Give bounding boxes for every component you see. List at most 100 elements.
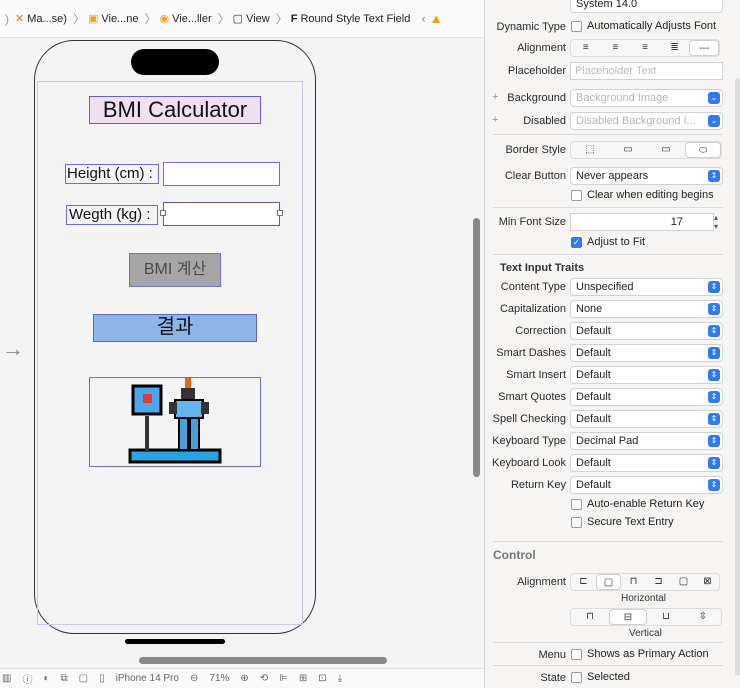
align-icon[interactable]: ⊫ [279, 673, 288, 684]
smart-dashes-select[interactable]: Default ⇕ [570, 344, 723, 362]
warning-icon[interactable]: ▲ [430, 11, 443, 26]
breadcrumb-item[interactable]: ◉ Vie...ller [159, 12, 212, 26]
align-right-icon[interactable]: ≡ [630, 40, 660, 56]
breadcrumb-item[interactable]: ) [2, 12, 12, 26]
border-line-icon[interactable]: ▭ [609, 142, 647, 158]
breadcrumb-label: Round Style Text Field [300, 12, 411, 25]
clear-when-editing-checkbox[interactable] [571, 190, 582, 201]
divider [493, 642, 723, 643]
smart-quotes-select[interactable]: Default ⇕ [570, 388, 723, 406]
keyboard-type-select[interactable]: Decimal Pad ⇕ [570, 432, 723, 450]
correction-select[interactable]: Default ⇕ [570, 322, 723, 340]
zoom-level[interactable]: 71% [209, 673, 229, 684]
h-align-fill-icon[interactable]: ⊠ [696, 574, 719, 590]
background-label: Background [507, 92, 566, 104]
layout-icon[interactable]: ▢ [79, 673, 88, 684]
inspector-scrollbar[interactable] [735, 78, 740, 676]
horizontal-alignment-control[interactable]: ⊏ ▢ ⊓ ⊐ ▢ ⊠ [570, 573, 720, 591]
sidebar-toggle-icon[interactable]: ▥ [2, 673, 11, 684]
border-none-icon[interactable]: ⬚ [571, 142, 609, 158]
height-text-field[interactable] [163, 162, 280, 186]
page-title[interactable]: BMI Calculator [89, 96, 261, 124]
placeholder-input[interactable]: Placeholder Text [570, 62, 723, 80]
dynamic-type-row: Dynamic Type Automatically Adjusts Font [485, 17, 740, 37]
h-align-right-icon[interactable]: ⊐ [646, 574, 671, 590]
result-label[interactable]: 결과 [93, 314, 257, 342]
trait-value: Unspecified [576, 281, 634, 293]
vertical-scrollbar[interactable] [473, 218, 480, 477]
resolve-issues-icon[interactable]: ⊡ [318, 673, 326, 684]
zoom-out-icon[interactable]: ⊖ [190, 673, 198, 684]
align-center-icon[interactable]: ≡ [601, 40, 631, 56]
entry-point-arrow-icon[interactable]: → [2, 336, 24, 362]
auto-enable-return-checkbox[interactable] [571, 499, 582, 510]
accessibility-icon[interactable]: ⓘ [22, 671, 32, 686]
v-align-bottom-icon[interactable]: ⊔ [647, 609, 685, 625]
auto-adjust-font-checkbox[interactable] [571, 21, 582, 32]
h-align-center-icon[interactable]: ⊓ [621, 574, 646, 590]
circle-icon: ◉ [159, 13, 170, 25]
update-frames-icon[interactable]: ⟲ [260, 673, 268, 684]
chevron-updown-icon: ⇕ [708, 325, 720, 337]
breadcrumb-item[interactable]: ▢ View [233, 12, 270, 26]
capitalization-select[interactable]: None ⇕ [570, 300, 723, 318]
content-type-select[interactable]: Unspecified ⇕ [570, 278, 723, 296]
resize-handle[interactable] [277, 210, 283, 216]
v-align-center-icon[interactable]: ⊟ [609, 609, 647, 625]
align-left-icon[interactable]: ≡ [571, 40, 601, 56]
orientation-icon[interactable]: ⧉ [61, 673, 68, 684]
clear-button-select[interactable]: Never appears ⇕ [570, 167, 723, 185]
alignment-row: Alignment ≡ ≡ ≡ ≣ --- [485, 38, 740, 58]
spell-checking-select[interactable]: Default ⇕ [570, 410, 723, 428]
horizontal-scrollbar[interactable] [139, 657, 387, 664]
keyboard-look-select[interactable]: Default ⇕ [570, 454, 723, 472]
font-field[interactable]: System 14.0 [570, 0, 723, 13]
disabled-background-select[interactable]: Disabled Background I... ⌄ [570, 112, 723, 130]
disabled-label: Disabled [523, 115, 566, 127]
text-alignment-control[interactable]: ≡ ≡ ≡ ≣ --- [570, 39, 720, 57]
border-rounded-icon[interactable]: ⬭ [685, 142, 721, 158]
vertical-alignment-control[interactable]: ⊓ ⊟ ⊔ ⇳ [570, 608, 722, 626]
chevron-down-icon: ⌄ [708, 92, 720, 104]
disabled-row: + Disabled Disabled Background I... ⌄ [485, 111, 740, 131]
resize-handle[interactable] [160, 210, 166, 216]
return-key-select[interactable]: Default ⇕ [570, 476, 723, 494]
h-align-leading-icon[interactable]: ▢ [596, 574, 621, 590]
stepper-icon[interactable]: ▴ ▾ [714, 213, 724, 231]
adjust-to-fit-checkbox[interactable]: ✓ [571, 237, 582, 248]
border-style-control[interactable]: ⬚ ▭ ▭ ⬭ [570, 141, 722, 159]
trait-label: Capitalization [499, 303, 566, 315]
min-font-size-input[interactable]: 17 [570, 213, 714, 231]
weight-label[interactable]: Wegth (kg) : [66, 205, 158, 225]
smart-insert-select[interactable]: Default ⇕ [570, 366, 723, 384]
breadcrumb-item[interactable]: F Round Style Text Field [291, 13, 411, 25]
breadcrumb-item[interactable]: ▣ Vie...ne [88, 12, 139, 26]
breadcrumb-item[interactable]: ✕ Ma...se) [15, 12, 67, 26]
v-align-fill-icon[interactable]: ⇳ [685, 609, 721, 625]
border-bezel-icon[interactable]: ▭ [647, 142, 685, 158]
chevron-left-icon[interactable]: ‹ [421, 11, 425, 26]
align-natural-icon[interactable]: --- [689, 40, 719, 56]
zoom-in-icon[interactable]: ⊕ [240, 673, 248, 684]
height-label[interactable]: Height (cm) : [65, 164, 159, 184]
plus-icon[interactable]: + [492, 114, 498, 126]
h-align-left-icon[interactable]: ⊏ [571, 574, 596, 590]
secure-text-entry-checkbox[interactable] [571, 517, 582, 528]
weight-text-field[interactable] [160, 202, 283, 226]
appearance-icon[interactable]: ◐ [43, 673, 49, 684]
h-align-trailing-icon[interactable]: ▢ [671, 574, 696, 590]
add-constraints-icon[interactable]: ⊞ [299, 673, 307, 684]
v-align-top-icon[interactable]: ⊓ [571, 609, 609, 625]
storyboard-canvas[interactable]: ) ✕ Ma...se) 〉 ▣ Vie...ne 〉 ◉ Vie...ller 〉 … [0, 0, 484, 688]
background-image-select[interactable]: Background Image ⌄ [570, 89, 723, 107]
device-icon[interactable]: ▯ [99, 673, 105, 684]
bmi-image-view[interactable] [89, 377, 261, 467]
selected-checkbox[interactable] [571, 672, 582, 683]
device-selector[interactable]: iPhone 14 Pro [116, 673, 179, 684]
plus-icon[interactable]: + [492, 91, 498, 103]
border-style-row: Border Style ⬚ ▭ ▭ ⬭ [485, 140, 740, 160]
align-justify-icon[interactable]: ≣ [660, 40, 690, 56]
primary-action-checkbox[interactable] [571, 649, 582, 660]
bmi-calculate-button[interactable]: BMI 계산 [129, 253, 221, 287]
embed-icon[interactable]: ⤓ [338, 673, 342, 684]
